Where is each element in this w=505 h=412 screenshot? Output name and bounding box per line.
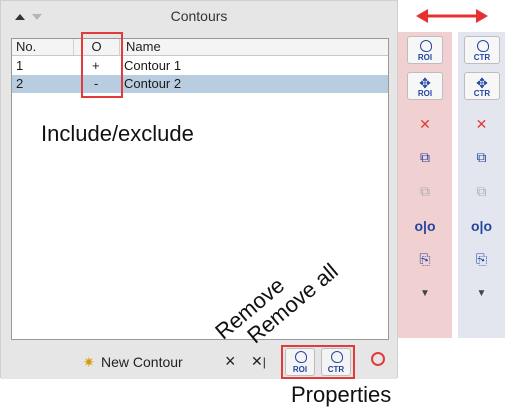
ctr-label: CTR (327, 365, 345, 374)
copy-icon[interactable]: ⧉ (398, 149, 452, 166)
include-column-highlight (81, 32, 123, 98)
double-arrow-icon (416, 9, 488, 23)
roi-side-label: ROI (417, 53, 433, 62)
table-row-selected[interactable]: 2 - Contour 2 (12, 75, 388, 93)
contour-name: Contour 1 (124, 58, 182, 73)
column-header-name[interactable]: Name (120, 39, 388, 56)
more-down-icon[interactable]: ▼ (458, 288, 505, 299)
contour-name: Contour 2 (124, 76, 182, 91)
mirror-icon[interactable]: o|o (458, 218, 505, 234)
roi-properties-button[interactable]: ROI (285, 348, 315, 376)
move-ctr-button[interactable]: ✥ CTR (464, 72, 500, 100)
paste-new-icon[interactable]: ⎘ (458, 251, 505, 268)
roi-icon (295, 351, 307, 363)
column-header-no[interactable]: No. (12, 39, 74, 56)
delete-icon[interactable]: ✕ (398, 116, 452, 133)
move-ctr-label: CTR (473, 89, 491, 98)
mirror-icon[interactable]: o|o (398, 218, 452, 234)
roi-side-toolbar: ROI ✥ ROI ✕ ⧉ ⧉ o|o ⎘ ▼ (398, 32, 452, 338)
power-icon[interactable] (371, 352, 385, 366)
paste-icon[interactable]: ⧉ (458, 183, 505, 200)
ctr-shape-icon (477, 40, 489, 52)
ctr-side-toolbar: CTR ✥ CTR ✕ ⧉ ⧉ o|o ⎘ ▼ (458, 32, 505, 338)
delete-icon[interactable]: ✕ (458, 116, 505, 133)
roi-mode-button[interactable]: ROI (407, 36, 443, 64)
ctr-side-label: CTR (473, 53, 491, 62)
contour-table: No. O Name 1 + Contour 1 2 - Contour 2 (11, 32, 389, 340)
row-number: 1 (16, 58, 24, 73)
row-number: 2 (16, 76, 24, 91)
paste-new-icon[interactable]: ⎘ (398, 251, 452, 268)
more-down-icon[interactable]: ▼ (398, 288, 452, 299)
ctr-properties-button[interactable]: CTR (321, 348, 351, 376)
contours-panel: Contours No. O Name 1 + Contour 1 2 - Co… (0, 0, 398, 379)
paste-icon[interactable]: ⧉ (398, 183, 452, 200)
remove-button[interactable]: × (225, 351, 236, 372)
table-row[interactable]: 1 + Contour 1 (12, 57, 388, 75)
ctr-icon (331, 351, 343, 363)
roi-label: ROI (292, 365, 308, 374)
ctr-mode-button[interactable]: CTR (464, 36, 500, 64)
bottom-toolbar: ✷ New Contour × ✕| ROI CTR (1, 345, 397, 379)
panel-titlebar: Contours (1, 1, 397, 31)
new-contour-button[interactable]: New Contour (101, 354, 183, 370)
roi-shape-icon (420, 40, 432, 52)
remove-all-icon: ✕ (251, 353, 263, 369)
copy-icon[interactable]: ⧉ (458, 149, 505, 166)
remove-all-button[interactable]: ✕| (251, 353, 266, 370)
new-contour-icon: ✷ (83, 354, 95, 370)
annotation-include-exclude: Include/exclude (41, 121, 194, 146)
move-roi-button[interactable]: ✥ ROI (407, 72, 443, 100)
annotation-properties: Properties (291, 382, 392, 407)
panel-title: Contours (170, 8, 228, 24)
move-roi-label: ROI (417, 89, 433, 98)
